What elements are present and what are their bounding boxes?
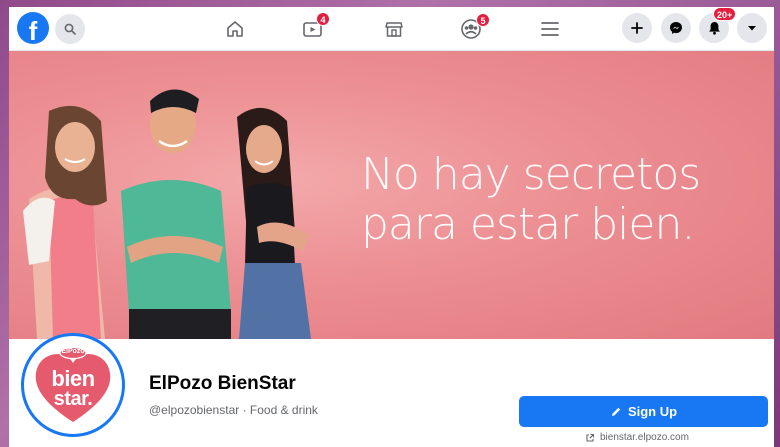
cover-headline-line2: para estar bien. <box>361 199 695 250</box>
bell-icon <box>708 22 720 35</box>
create-button[interactable] <box>622 13 652 43</box>
external-link-icon <box>586 433 595 442</box>
menu-icon <box>541 22 559 36</box>
notifications-button[interactable]: 20+ <box>699 7 737 43</box>
watch-badge: 4 <box>316 12 330 26</box>
marketplace-tab[interactable] <box>380 16 408 42</box>
profile-avatar[interactable]: ElPozo bien star. <box>21 333 125 437</box>
page-title: ElPozo BienStar <box>149 373 296 394</box>
notifications-badge: 20+ <box>713 7 737 21</box>
search-icon <box>64 23 76 35</box>
plus-icon <box>631 22 643 34</box>
watch-tab[interactable]: 4 <box>299 12 330 42</box>
search-button[interactable] <box>55 14 85 44</box>
avatar-brand-small: ElPozo <box>61 348 85 355</box>
account-button[interactable] <box>737 13 767 43</box>
messenger-icon <box>670 22 682 34</box>
chevron-down-icon <box>748 26 756 31</box>
home-tab[interactable] <box>221 16 249 42</box>
cover-people-illustration <box>23 89 311 339</box>
browser-frame: f 4 5 20+ No hay secretos para estar bie… <box>9 7 774 447</box>
website-link[interactable]: bienstar.elpozo.com <box>585 432 689 443</box>
website-label: bienstar.elpozo.com <box>600 432 689 443</box>
page-username-category: @elpozobienstar · Food & drink <box>149 403 318 417</box>
groups-tab[interactable]: 5 <box>457 13 490 42</box>
facebook-logo[interactable]: f <box>17 12 49 44</box>
sign-up-label: Sign Up <box>627 404 678 419</box>
home-icon <box>227 21 243 37</box>
menu-tab[interactable] <box>536 16 564 42</box>
avatar-logo-line2: star. <box>53 388 93 410</box>
cover-photo: No hay secretos para estar bien. <box>9 51 774 339</box>
messenger-button[interactable] <box>661 13 691 43</box>
sign-up-button[interactable]: Sign Up <box>519 396 768 427</box>
groups-badge: 5 <box>476 13 490 27</box>
top-nav: f 4 5 20+ <box>9 7 774 51</box>
marketplace-icon <box>385 22 403 37</box>
pencil-icon <box>611 407 621 416</box>
cover-headline-line1: No hay secretos <box>361 149 701 200</box>
